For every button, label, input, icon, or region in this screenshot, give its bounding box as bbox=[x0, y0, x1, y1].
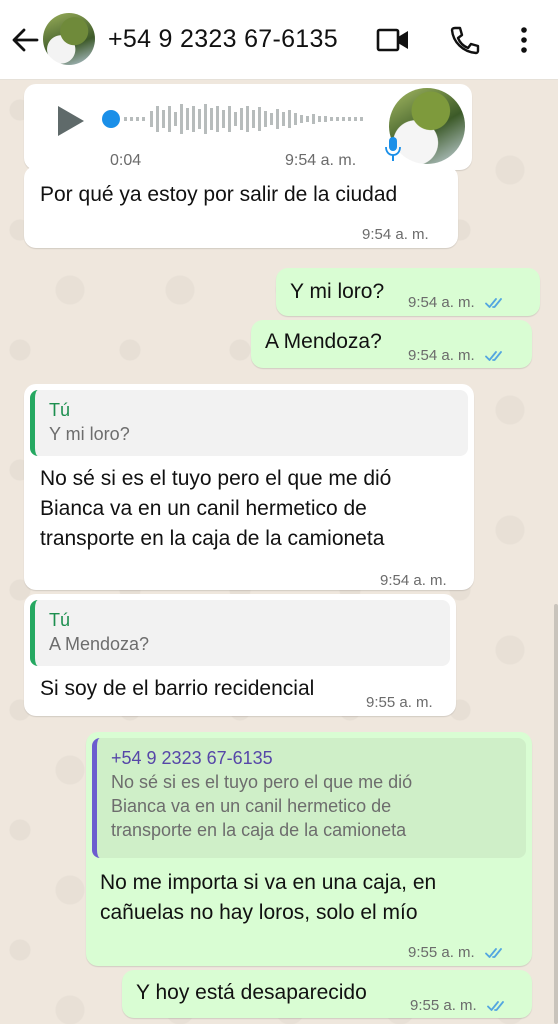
outgoing-message-bubble[interactable]: A Mendoza? 9:54 a. m. bbox=[251, 320, 532, 368]
quoted-author: +54 9 2323 67-6135 bbox=[111, 748, 273, 768]
message-time: 9:55 a. m. bbox=[366, 694, 433, 711]
outgoing-reply-bubble[interactable]: +54 9 2323 67-6135 No sé si es el tuyo p… bbox=[86, 732, 532, 966]
voice-progress-dot[interactable] bbox=[102, 110, 120, 128]
message-text-line: cañuelas no hay loros, solo el mío bbox=[100, 901, 418, 924]
message-time-status: 9:55 a. m. bbox=[408, 938, 507, 968]
message-text: Si soy de el barrio recidencial bbox=[40, 677, 315, 700]
quoted-author: Tú bbox=[49, 400, 71, 420]
message-text: Por qué ya estoy por salir de la ciudad bbox=[40, 183, 398, 206]
more-vertical-icon[interactable] bbox=[518, 26, 530, 54]
incoming-reply-bubble[interactable]: Tú A Mendoza? Si soy de el barrio recide… bbox=[24, 594, 456, 716]
play-icon[interactable] bbox=[54, 104, 86, 138]
message-text: No sé si es el tuyo pero el que me dió B… bbox=[40, 464, 391, 554]
double-check-read-icon bbox=[484, 351, 502, 361]
message-list[interactable]: 0:04 9:54 a. m. Por qué ya estoy por sal… bbox=[0, 80, 558, 1024]
scrollbar[interactable] bbox=[554, 604, 558, 1024]
quoted-author: Tú bbox=[49, 610, 71, 630]
quoted-text-line: No sé si es el tuyo pero el que me dió bbox=[111, 772, 413, 792]
quoted-text-line: transporte en la caja de la camioneta bbox=[111, 820, 407, 840]
message-time: 9:54 a. m. bbox=[408, 294, 475, 311]
message-time: 9:54 a. m. bbox=[380, 572, 447, 589]
phone-icon[interactable] bbox=[448, 25, 480, 55]
contact-name[interactable]: +54 9 2323 67-6135 bbox=[108, 25, 338, 54]
message-text-line: transporte en la caja de la camioneta bbox=[40, 527, 385, 550]
microphone-icon bbox=[385, 137, 401, 161]
message-time: 9:54 a. m. bbox=[362, 226, 429, 243]
double-check-read-icon bbox=[484, 298, 502, 308]
double-check-read-icon bbox=[486, 1001, 504, 1011]
incoming-message-bubble[interactable]: Por qué ya estoy por salir de la ciudad … bbox=[24, 166, 458, 248]
outgoing-message-bubble[interactable]: Y mi loro? 9:54 a. m. bbox=[276, 268, 540, 316]
message-text: A Mendoza? bbox=[265, 330, 382, 353]
quoted-text-line: Bianca va en un canil hermetico de bbox=[111, 796, 392, 816]
quoted-message[interactable]: Tú Y mi loro? bbox=[30, 390, 468, 456]
message-text: No me importa si va en una caja, en cañu… bbox=[100, 868, 436, 928]
outgoing-message-bubble[interactable]: Y hoy está desaparecido 9:55 a. m. bbox=[122, 970, 532, 1018]
message-text-line: No sé si es el tuyo pero el que me dió bbox=[40, 467, 392, 490]
message-time: 9:55 a. m. bbox=[408, 944, 475, 961]
message-time: 9:55 a. m. bbox=[410, 997, 477, 1014]
incoming-reply-bubble[interactable]: Tú Y mi loro? No sé si es el tuyo pero e… bbox=[24, 384, 474, 590]
message-text-line: No me importa si va en una caja, en bbox=[100, 871, 437, 894]
message-text: Y hoy está desaparecido bbox=[136, 981, 367, 1004]
message-time-status: 9:54 a. m. bbox=[408, 341, 507, 371]
double-check-read-icon bbox=[484, 948, 502, 958]
quoted-text: Y mi loro? bbox=[49, 424, 130, 444]
voice-waveform[interactable] bbox=[120, 100, 370, 138]
arrow-left-icon[interactable] bbox=[10, 26, 40, 54]
contact-avatar[interactable] bbox=[43, 13, 95, 65]
chat-header: +54 9 2323 67-6135 bbox=[0, 0, 558, 80]
message-text: Y mi loro? bbox=[290, 280, 385, 303]
quoted-text: A Mendoza? bbox=[49, 634, 150, 654]
message-text-line: Bianca va en un canil hermetico de bbox=[40, 497, 367, 520]
video-call-icon[interactable] bbox=[376, 27, 410, 53]
quoted-message[interactable]: +54 9 2323 67-6135 No sé si es el tuyo p… bbox=[92, 738, 526, 858]
message-time: 9:54 a. m. bbox=[408, 347, 475, 364]
message-time-status: 9:55 a. m. bbox=[410, 991, 509, 1021]
message-time-status: 9:54 a. m. bbox=[408, 288, 507, 318]
quoted-message[interactable]: Tú A Mendoza? bbox=[30, 600, 450, 666]
voice-message-bubble[interactable]: 0:04 9:54 a. m. bbox=[24, 84, 472, 170]
